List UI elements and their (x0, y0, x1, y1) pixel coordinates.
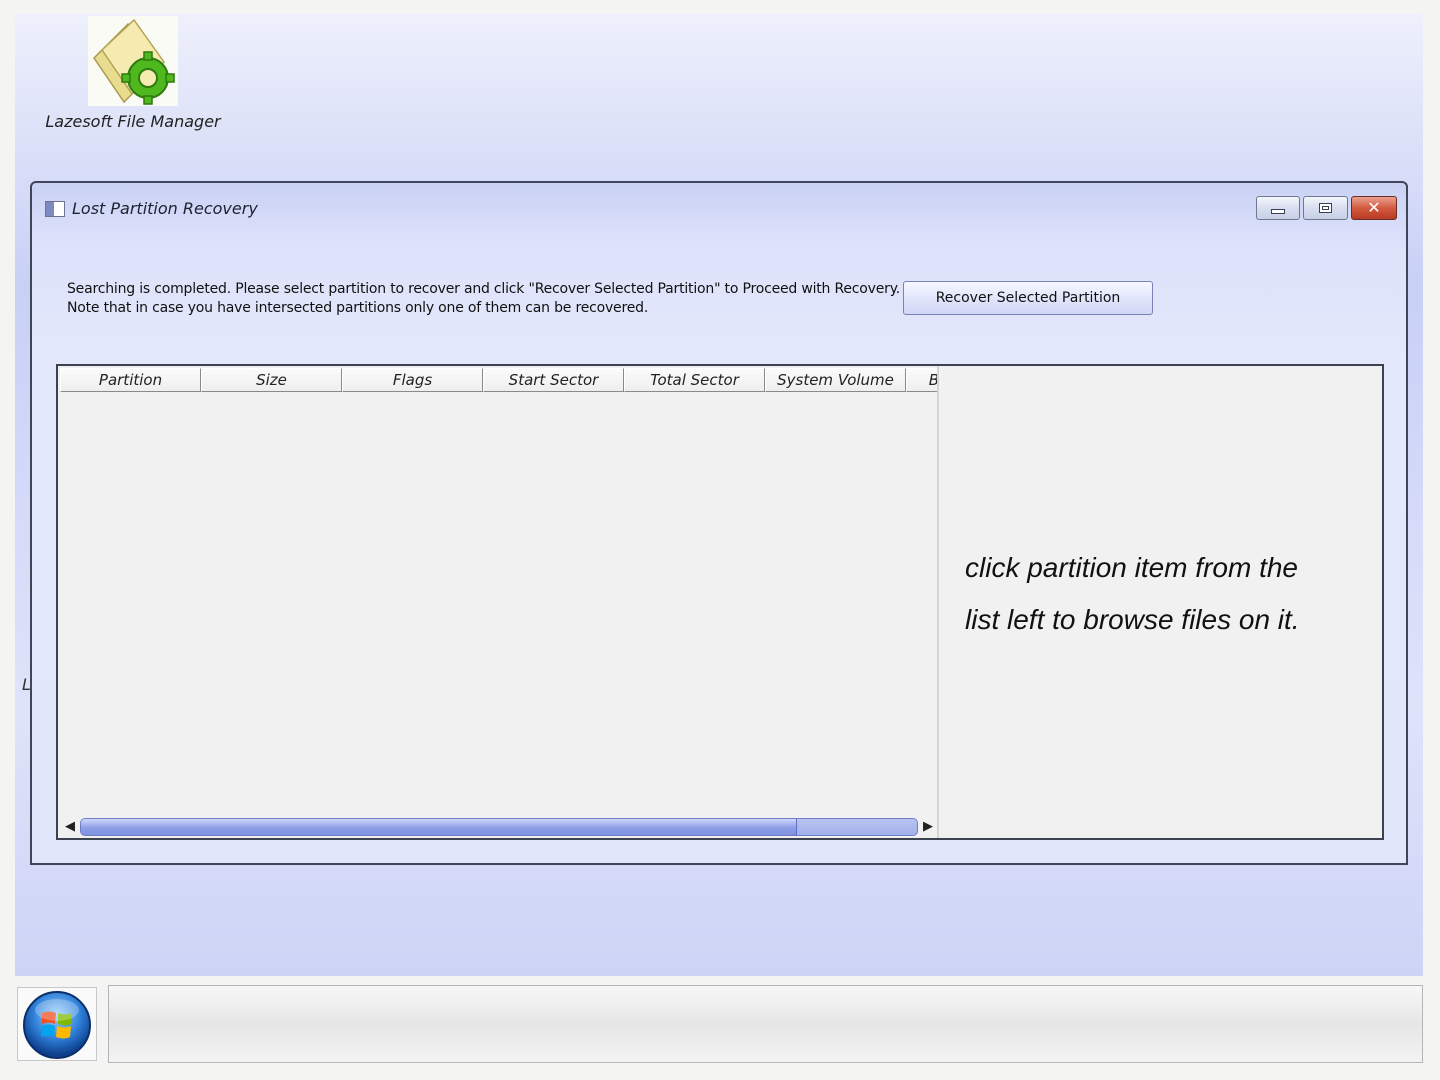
column-header-system-volume[interactable]: System Volume (765, 368, 906, 392)
instructions-line-2: Note that in case you have intersected p… (67, 300, 649, 316)
column-header-size[interactable]: Size (201, 368, 342, 392)
maximize-button[interactable] (1303, 196, 1348, 220)
window-title: Lost Partition Recovery (72, 199, 258, 218)
column-header-truncated[interactable]: B (906, 368, 937, 392)
desktop-icon-label: Lazesoft File Manager (45, 112, 221, 131)
column-header-total-sector[interactable]: Total Sector (624, 368, 765, 392)
lost-partition-recovery-window: Lost Partition Recovery ✕ Searching is c… (30, 181, 1408, 865)
maximize-icon (1319, 203, 1332, 213)
window-app-icon (45, 201, 65, 217)
column-header-start-sector[interactable]: Start Sector (483, 368, 624, 392)
taskbar (108, 985, 1423, 1063)
scroll-left-arrow-icon[interactable]: ◀ (62, 818, 78, 834)
preview-hint-message: click partition item from the list left … (965, 542, 1365, 646)
file-preview-pane: click partition item from the list left … (939, 366, 1382, 838)
partition-list-frame: Partition Size Flags Start Sector Total … (56, 364, 1384, 840)
column-header-flags[interactable]: Flags (342, 368, 483, 392)
close-button[interactable]: ✕ (1351, 196, 1397, 220)
window-titlebar[interactable]: Lost Partition Recovery ✕ (32, 183, 1406, 235)
preview-hint-line-2: list left to browse files on it. (965, 604, 1300, 635)
desktop-icon-lazesoft-file-manager[interactable]: Lazesoft File Manager (45, 16, 225, 136)
preview-hint-line-1: click partition item from the (965, 552, 1298, 583)
table-header-row: Partition Size Flags Start Sector Total … (60, 368, 937, 392)
minimize-icon (1271, 208, 1285, 214)
scrollbar-thumb[interactable] (81, 819, 797, 835)
start-button[interactable] (17, 987, 97, 1061)
instructions-line-1: Searching is completed. Please select pa… (67, 281, 901, 297)
scroll-right-arrow-icon[interactable]: ▶ (920, 818, 936, 834)
minimize-button[interactable] (1256, 196, 1300, 220)
close-icon: ✕ (1367, 198, 1381, 217)
instructions-text: Searching is completed. Please select pa… (67, 280, 900, 318)
column-header-partition[interactable]: Partition (60, 368, 201, 392)
file-manager-icon (88, 16, 178, 106)
scrollbar-track[interactable] (80, 818, 918, 836)
horizontal-scrollbar[interactable]: ◀ ▶ (62, 816, 937, 836)
recover-selected-partition-button[interactable]: Recover Selected Partition (903, 281, 1153, 315)
windows-logo-icon (23, 991, 91, 1059)
partition-table[interactable]: Partition Size Flags Start Sector Total … (58, 366, 939, 838)
